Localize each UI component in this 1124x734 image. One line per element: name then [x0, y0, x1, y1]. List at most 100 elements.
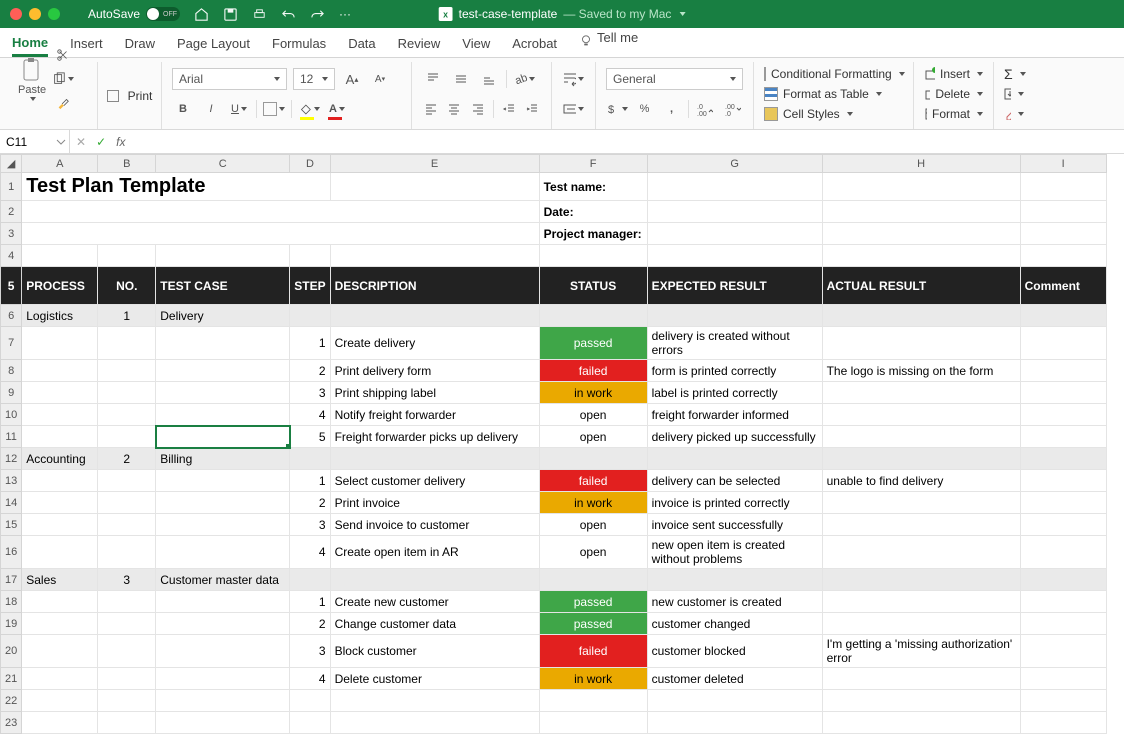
namebox-down-icon[interactable]	[56, 137, 66, 147]
cell-E5[interactable]: DESCRIPTION	[330, 267, 539, 305]
cell-E19[interactable]: Change customer data	[330, 613, 539, 635]
cell[interactable]	[1020, 690, 1106, 712]
cell-B6[interactable]: 1	[98, 305, 156, 327]
cell-I1[interactable]	[1020, 173, 1106, 201]
cell-E14[interactable]: Print invoice	[330, 492, 539, 514]
cell[interactable]	[290, 690, 330, 712]
cell[interactable]	[1020, 712, 1106, 734]
chevron-down-icon[interactable]	[679, 12, 685, 16]
cell-D20[interactable]: 3	[290, 635, 330, 668]
cell[interactable]	[647, 712, 822, 734]
row-header-14[interactable]: 14	[1, 492, 22, 514]
cell-G16[interactable]: new open item is created without problem…	[647, 536, 822, 569]
cell-styles[interactable]: Cell Styles	[764, 104, 903, 124]
cell-F8[interactable]: failed	[539, 360, 647, 382]
cell-I21[interactable]	[1020, 668, 1106, 690]
cell-E6[interactable]	[330, 305, 539, 327]
cell-A13[interactable]	[22, 470, 98, 492]
cell-I19[interactable]	[1020, 613, 1106, 635]
cell-A8[interactable]	[22, 360, 98, 382]
cell-B14[interactable]	[98, 492, 156, 514]
col-header-F[interactable]: F	[539, 155, 647, 173]
cell[interactable]	[156, 245, 290, 267]
print-checkbox[interactable]: Print	[107, 86, 153, 106]
cell-G8[interactable]: form is printed correctly	[647, 360, 822, 382]
tab-home[interactable]: Home	[12, 35, 48, 57]
row-header-8[interactable]: 8	[1, 360, 22, 382]
row-header-17[interactable]: 17	[1, 569, 22, 591]
cell-E17[interactable]	[330, 569, 539, 591]
col-header-H[interactable]: H	[822, 155, 1020, 173]
borders-button[interactable]	[263, 98, 285, 120]
cell-H2[interactable]	[822, 201, 1020, 223]
confirm-formula[interactable]: ✓	[96, 135, 106, 149]
save-icon[interactable]	[223, 7, 238, 22]
cell-I12[interactable]	[1020, 448, 1106, 470]
cell-E1[interactable]	[330, 173, 539, 201]
decrease-decimal[interactable]: .00.0	[722, 98, 743, 120]
cell-C10[interactable]	[156, 404, 290, 426]
row-header-15[interactable]: 15	[1, 514, 22, 536]
cell-C7[interactable]	[156, 327, 290, 360]
cell[interactable]	[822, 690, 1020, 712]
cell[interactable]	[22, 690, 98, 712]
format-as-table[interactable]: Format as Table	[764, 84, 903, 104]
cell-G6[interactable]	[647, 305, 822, 327]
cell-G9[interactable]: label is printed correctly	[647, 382, 822, 404]
cell-I2[interactable]	[1020, 201, 1106, 223]
col-header-I[interactable]: I	[1020, 155, 1106, 173]
percent-format[interactable]: %	[634, 98, 655, 120]
tab-formulas[interactable]: Formulas	[272, 36, 326, 57]
tab-insert[interactable]: Insert	[70, 36, 103, 57]
cell[interactable]	[330, 245, 539, 267]
cell-B21[interactable]	[98, 668, 156, 690]
format-painter-button[interactable]	[52, 92, 74, 114]
fx-button[interactable]: fx	[116, 135, 125, 149]
close-window[interactable]	[10, 8, 22, 20]
cell-B16[interactable]	[98, 536, 156, 569]
cell-G1[interactable]	[647, 173, 822, 201]
cell-H20[interactable]: I'm getting a 'missing authorization' er…	[822, 635, 1020, 668]
row-header-20[interactable]: 20	[1, 635, 22, 668]
tab-view[interactable]: View	[462, 36, 490, 57]
cell-E15[interactable]: Send invoice to customer	[330, 514, 539, 536]
cell-F1[interactable]: Test name:	[539, 173, 647, 201]
cell-H16[interactable]	[822, 536, 1020, 569]
cell-G18[interactable]: new customer is created	[647, 591, 822, 613]
cell-D9[interactable]: 3	[290, 382, 330, 404]
cell-E13[interactable]: Select customer delivery	[330, 470, 539, 492]
cell-H15[interactable]	[822, 514, 1020, 536]
cell-H14[interactable]	[822, 492, 1020, 514]
cell-F20[interactable]: failed	[539, 635, 647, 668]
tab-acrobat[interactable]: Acrobat	[512, 36, 557, 57]
cell-G7[interactable]: delivery is created without errors	[647, 327, 822, 360]
cell-G2[interactable]	[647, 201, 822, 223]
cell-A18[interactable]	[22, 591, 98, 613]
align-left[interactable]	[422, 98, 440, 120]
cell-F3[interactable]: Project manager:	[539, 223, 647, 245]
copy-button[interactable]	[52, 68, 74, 90]
cell-I11[interactable]	[1020, 426, 1106, 448]
delete-cells[interactable]: Delete	[924, 84, 983, 104]
cell-G19[interactable]: customer changed	[647, 613, 822, 635]
row-header-12[interactable]: 12	[1, 448, 22, 470]
cell[interactable]	[290, 712, 330, 734]
cell-B11[interactable]	[98, 426, 156, 448]
cell-D11[interactable]: 5	[290, 426, 330, 448]
cell-B18[interactable]	[98, 591, 156, 613]
cell-A5[interactable]: PROCESS	[22, 267, 98, 305]
cell-F10[interactable]: open	[539, 404, 647, 426]
underline-button[interactable]: U	[228, 98, 250, 120]
paste-button[interactable]: Paste	[18, 57, 46, 101]
cell-A12[interactable]: Accounting	[22, 448, 98, 470]
cell[interactable]	[330, 712, 539, 734]
formula-input[interactable]	[135, 130, 1124, 153]
col-header-A[interactable]: A	[22, 155, 98, 173]
clear[interactable]	[1004, 104, 1024, 124]
cell-C12[interactable]: Billing	[156, 448, 290, 470]
tab-page-layout[interactable]: Page Layout	[177, 36, 250, 57]
cell-A19[interactable]	[22, 613, 98, 635]
cell-H21[interactable]	[822, 668, 1020, 690]
cell-C17[interactable]: Customer master data	[156, 569, 290, 591]
cell-D18[interactable]: 1	[290, 591, 330, 613]
